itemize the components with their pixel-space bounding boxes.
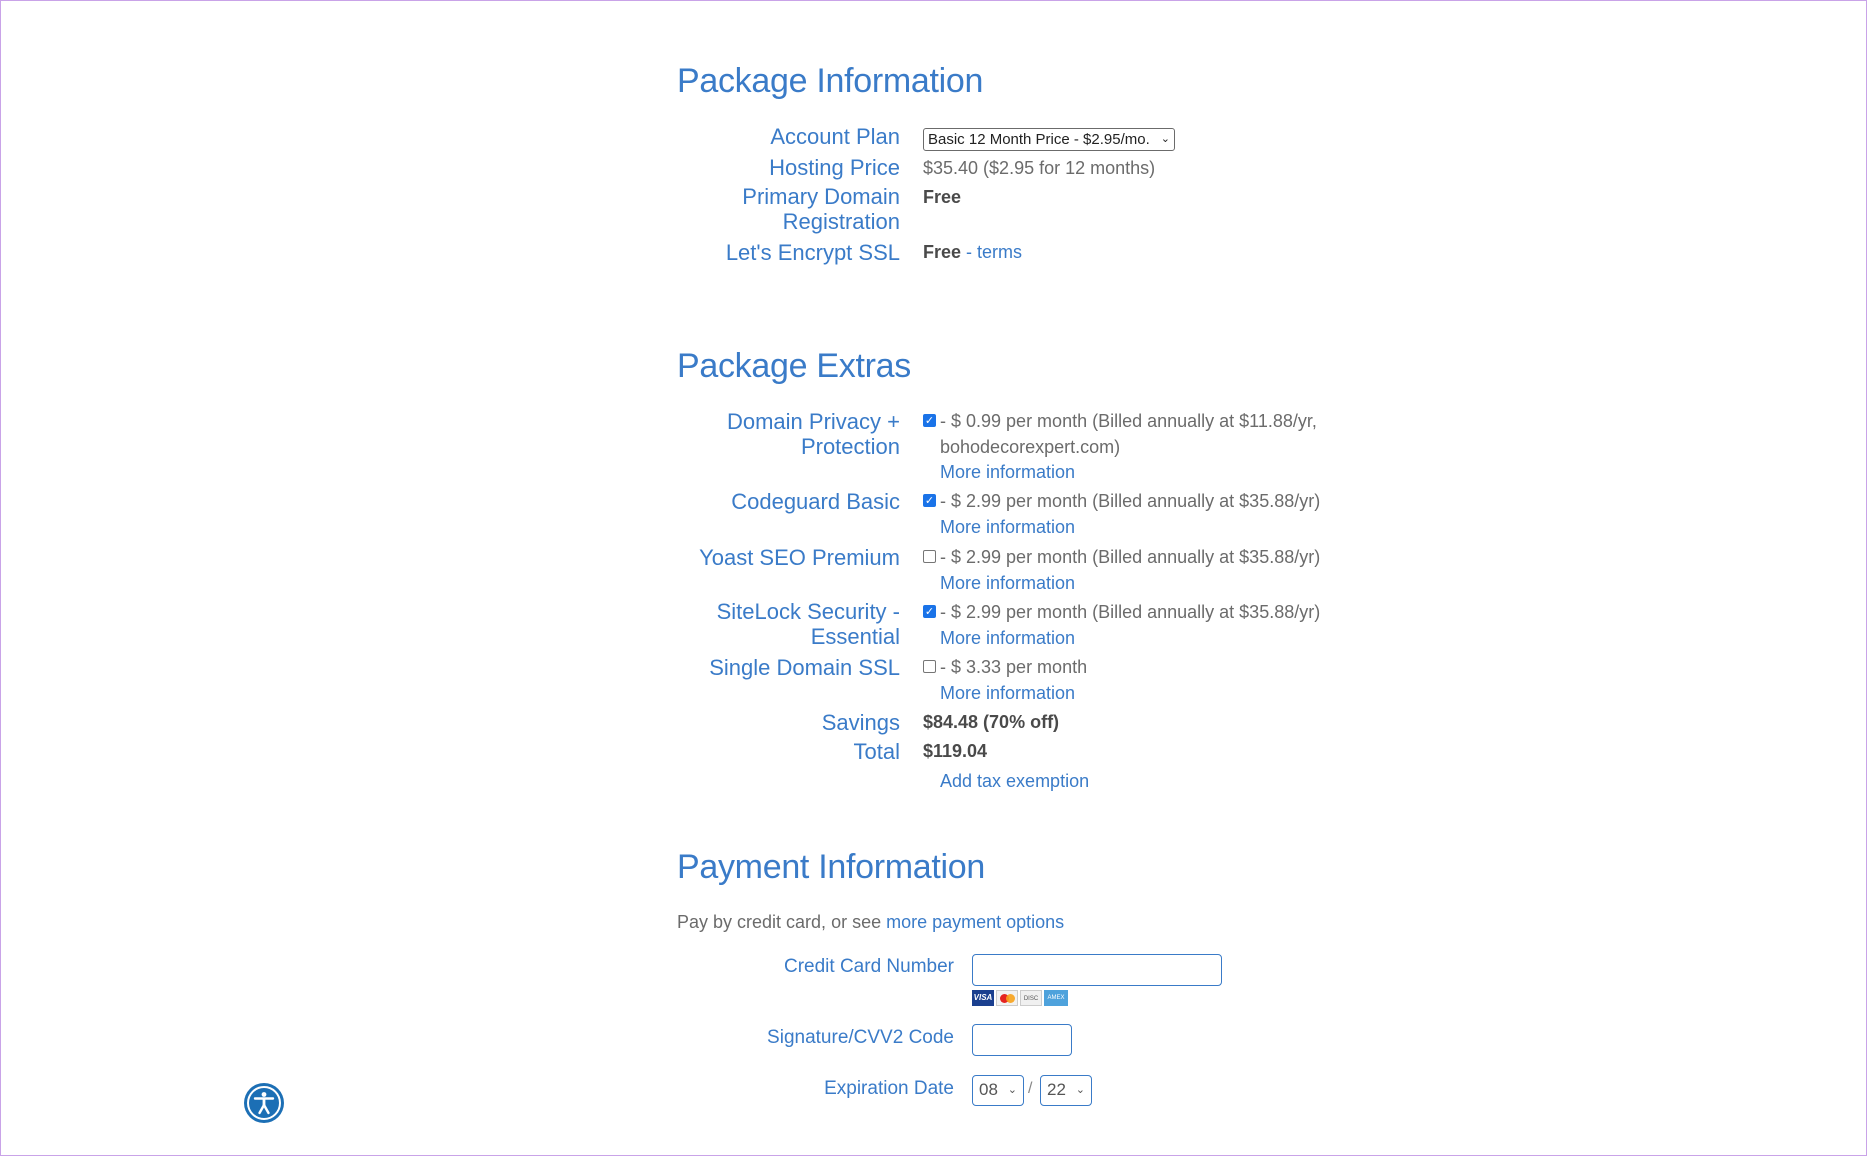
card-brands: VISA DISC AMEX <box>972 990 1068 1006</box>
savings-value: $84.48 (70% off) <box>923 712 1060 732</box>
accessibility-button[interactable] <box>244 1083 284 1123</box>
extra-label-sitelock: SiteLock Security - Essential <box>600 599 900 649</box>
credit-card-label: Credit Card Number <box>784 956 954 977</box>
primary-domain-label-line2: Registration <box>782 209 900 234</box>
expiration-date-label: Expiration Date <box>824 1078 954 1099</box>
extra-label-line2: Protection <box>800 434 900 459</box>
chevron-down-icon: ⌄ <box>1007 1084 1017 1096</box>
single-domain-ssl-more-info-link[interactable]: More information <box>940 681 1075 706</box>
codeguard-desc: - $ 2.99 per month (Billed annually at $… <box>940 491 1321 511</box>
chevron-down-icon: ⌄ <box>1075 1084 1085 1096</box>
domain-privacy-desc-line2: bohodecorexpert.com) <box>940 437 1121 457</box>
single-domain-ssl-desc: - $ 3.33 per month <box>940 657 1088 677</box>
expiration-month-value: 08 <box>979 1080 998 1099</box>
extra-label-domain-privacy: Domain Privacy + Protection <box>600 409 900 459</box>
expiration-separator: / <box>1028 1080 1033 1097</box>
discover-card-icon: DISC <box>1020 990 1042 1006</box>
hosting-price-value: $35.40 ($2.95 for 12 months) <box>923 158 1156 178</box>
visa-card-icon: VISA <box>972 990 994 1006</box>
extra-label-single-domain-ssl: Single Domain SSL <box>709 655 900 680</box>
package-extras-heading: Package Extras <box>677 347 911 385</box>
extra-label-line1: SiteLock Security - <box>716 599 900 624</box>
sitelock-more-info-link[interactable]: More information <box>940 626 1075 651</box>
ssl-terms-link[interactable]: terms <box>977 242 1022 262</box>
ssl-separator: - <box>961 242 978 262</box>
amex-card-icon: AMEX <box>1044 990 1068 1006</box>
payment-intro-text: Pay by credit card, or see <box>677 912 887 932</box>
primary-domain-label-line1: Primary Domain <box>742 184 900 209</box>
expiration-year-value: 22 <box>1047 1080 1066 1099</box>
package-information-heading: Package Information <box>677 62 984 100</box>
mastercard-card-icon <box>996 990 1018 1006</box>
account-plan-select[interactable]: Basic 12 Month Price - $2.95/mo. ⌄ <box>923 128 1175 151</box>
account-plan-label: Account Plan <box>770 124 900 149</box>
yoast-more-info-link[interactable]: More information <box>940 571 1075 596</box>
ssl-free: Free <box>923 242 962 262</box>
single-domain-ssl-checkbox[interactable] <box>923 660 936 673</box>
sitelock-checkbox[interactable]: ✓ <box>923 605 936 618</box>
yoast-desc: - $ 2.99 per month (Billed annually at $… <box>940 547 1321 567</box>
add-tax-exemption-link[interactable]: Add tax exemption <box>940 769 1089 794</box>
sitelock-desc: - $ 2.99 per month (Billed annually at $… <box>940 602 1321 622</box>
yoast-checkbox[interactable] <box>923 550 936 563</box>
extra-label-yoast: Yoast SEO Premium <box>699 545 900 570</box>
total-value: $119.04 <box>923 741 988 761</box>
primary-domain-label: Primary Domain Registration <box>600 184 900 234</box>
extra-label-line1: Domain Privacy + <box>726 409 900 434</box>
extra-label-codeguard: Codeguard Basic <box>731 489 900 514</box>
domain-privacy-more-info-link[interactable]: More information <box>940 460 1075 485</box>
hosting-price-label: Hosting Price <box>769 155 900 180</box>
primary-domain-value: Free <box>923 187 962 207</box>
ssl-value: Free - terms <box>923 240 1022 265</box>
chevron-down-icon: ⌄ <box>1160 133 1170 145</box>
domain-privacy-checkbox[interactable]: ✓ <box>923 414 936 427</box>
cvv-input[interactable] <box>972 1024 1072 1056</box>
expiration-year-select[interactable]: 22 ⌄ <box>1040 1075 1092 1106</box>
domain-privacy-desc-line1: - $ 0.99 per month (Billed annually at $… <box>940 411 1317 431</box>
expiration-month-select[interactable]: 08 ⌄ <box>972 1075 1024 1106</box>
payment-intro: Pay by credit card, or see more payment … <box>677 910 1064 935</box>
account-plan-selected: Basic 12 Month Price - $2.95/mo. <box>928 131 1150 148</box>
extra-label-line2: Essential <box>810 624 900 649</box>
accessibility-icon <box>247 1086 281 1120</box>
ssl-label: Let's Encrypt SSL <box>725 240 900 265</box>
cvv-label: Signature/CVV2 Code <box>767 1027 954 1048</box>
codeguard-checkbox[interactable]: ✓ <box>923 494 936 507</box>
more-payment-options-link[interactable]: more payment options <box>886 912 1064 932</box>
payment-information-heading: Payment Information <box>677 848 986 886</box>
total-label: Total <box>853 739 900 764</box>
credit-card-input[interactable] <box>972 954 1222 986</box>
codeguard-more-info-link[interactable]: More information <box>940 515 1075 540</box>
savings-label: Savings <box>821 710 900 735</box>
